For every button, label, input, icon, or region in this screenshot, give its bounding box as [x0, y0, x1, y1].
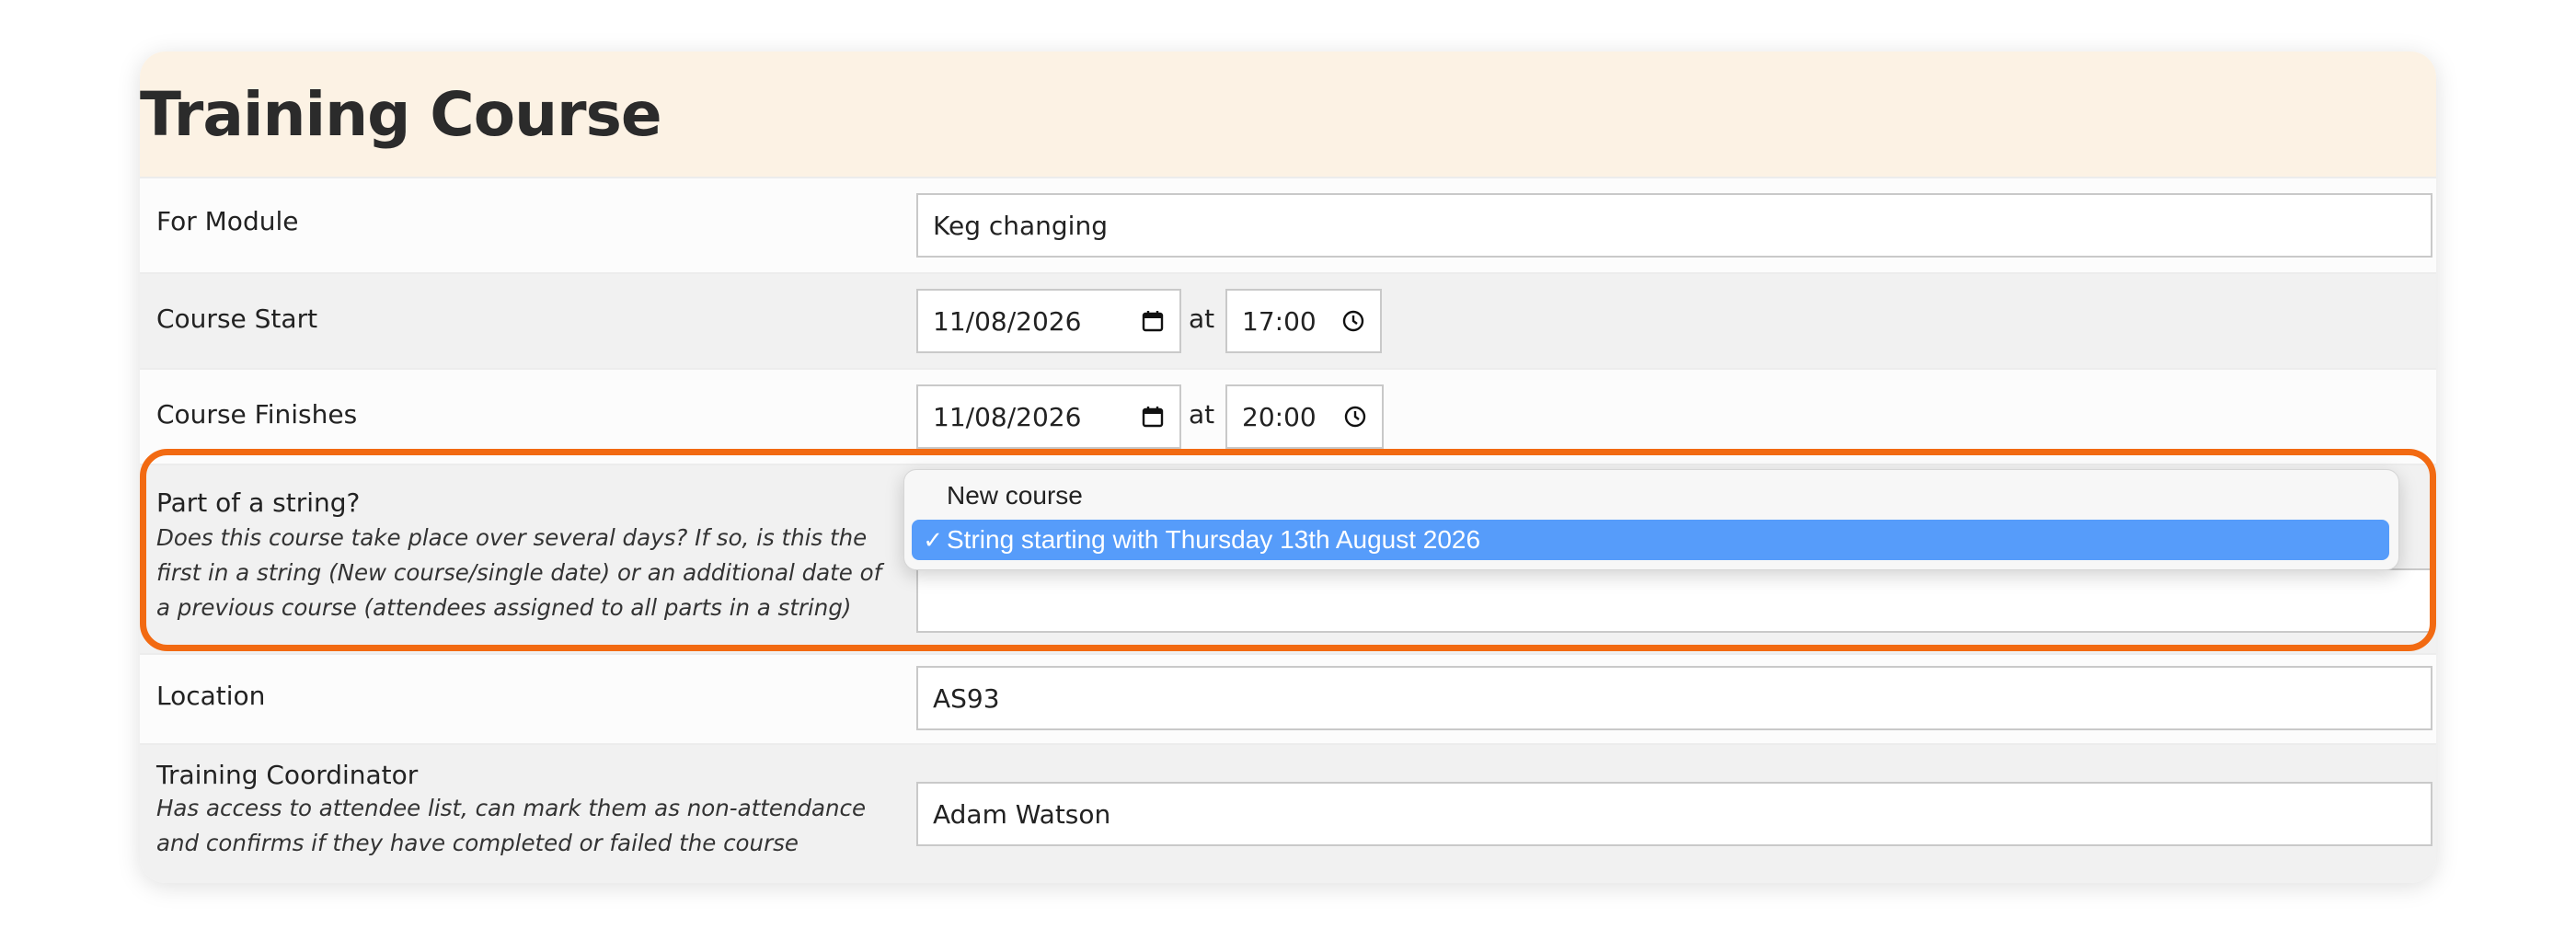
location-field[interactable]: AS93	[916, 666, 2432, 730]
checkmark-icon: ✓	[923, 525, 943, 554]
card-header: Training Course	[140, 52, 2436, 177]
coordinator-help-text: Has access to attendee list, can mark th…	[156, 795, 867, 856]
course-start-date-input[interactable]: 11/08/2026	[916, 289, 1181, 353]
course-start-time-value: 17:00	[1242, 305, 1317, 337]
string-label: Part of a string?	[156, 487, 361, 518]
course-finish-time-value: 20:00	[1242, 401, 1317, 432]
location-value: AS93	[933, 682, 1000, 714]
course-finish-at-label: at	[1189, 399, 1215, 430]
module-label: For Module	[156, 206, 299, 236]
module-value: Keg changing	[933, 210, 1108, 241]
page-title: Training Course	[140, 78, 662, 150]
coordinator-label: Training Coordinator	[156, 760, 419, 790]
coordinator-field[interactable]: Adam Watson	[916, 782, 2432, 846]
location-row: Location AS93	[140, 653, 2436, 745]
coordinator-row: Training Coordinator Has access to atten…	[140, 743, 2436, 883]
dropdown-option-label: String starting with Thursday 13th Augus…	[947, 525, 1481, 554]
clock-icon[interactable]	[1343, 405, 1367, 429]
dropdown-option[interactable]: New course	[912, 476, 2389, 516]
dropdown-option-selected[interactable]: ✓ String starting with Thursday 13th Aug…	[912, 520, 2389, 560]
training-course-card: Training Course For Module Keg changing …	[140, 52, 2436, 883]
course-finish-row: Course Finishes 11/08/2026 at 20:00	[140, 368, 2436, 465]
location-label: Location	[156, 681, 266, 711]
course-finish-date-input[interactable]: 11/08/2026	[916, 384, 1181, 449]
module-row: For Module Keg changing	[140, 177, 2436, 274]
dropdown-option-label: New course	[947, 481, 1083, 510]
string-select[interactable]	[916, 568, 2432, 633]
module-field[interactable]: Keg changing	[916, 193, 2432, 258]
string-help-text: Does this course take place over several…	[156, 524, 882, 621]
course-start-time-input[interactable]: 17:00	[1225, 289, 1382, 353]
course-finish-time-input[interactable]: 20:00	[1225, 384, 1384, 449]
course-start-at-label: at	[1189, 304, 1215, 334]
string-dropdown-menu[interactable]: New course ✓ String starting with Thursd…	[903, 469, 2399, 570]
course-start-date-value: 11/08/2026	[933, 305, 1082, 337]
course-finish-date-value: 11/08/2026	[933, 401, 1082, 432]
calendar-icon[interactable]	[1141, 405, 1165, 429]
course-finish-label: Course Finishes	[156, 399, 358, 430]
coordinator-value: Adam Watson	[933, 798, 1111, 830]
calendar-icon[interactable]	[1141, 309, 1165, 333]
course-start-row: Course Start 11/08/2026 at 17:00	[140, 272, 2436, 370]
course-start-label: Course Start	[156, 304, 318, 334]
clock-icon[interactable]	[1341, 309, 1365, 333]
